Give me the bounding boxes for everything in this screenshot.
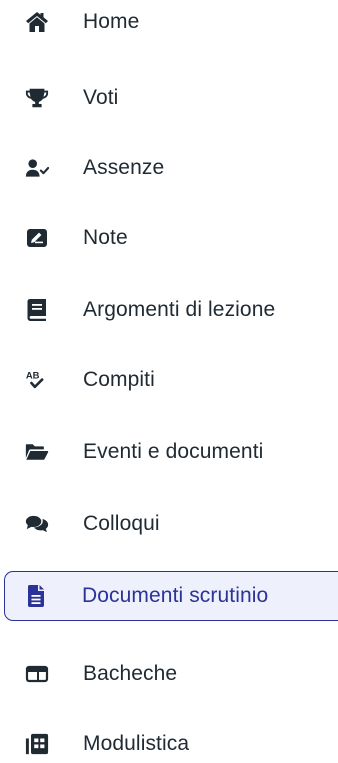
trophy-icon	[25, 86, 49, 110]
forms-icon	[25, 732, 49, 756]
document-icon	[24, 584, 48, 608]
sidebar-item-label: Documenti scrutinio	[82, 584, 269, 607]
sidebar-item-label: Home	[83, 10, 140, 33]
sidebar-item-label: Colloqui	[83, 512, 160, 535]
svg-text:AB: AB	[26, 369, 40, 380]
sidebar-item-modulistica[interactable]: Modulistica	[0, 719, 338, 763]
home-icon	[25, 10, 49, 34]
sidebar-item-label: Bacheche	[83, 662, 178, 685]
board-icon	[25, 662, 49, 686]
sidebar-item-label: Note	[83, 226, 128, 249]
sidebar-item-colloqui[interactable]: Colloqui	[0, 499, 338, 549]
sidebar-item-note[interactable]: Note	[0, 213, 338, 263]
sidebar-nav: Home Voti Assenze Note Argomenti di lezi…	[0, 0, 338, 763]
spellcheck-icon: AB	[25, 368, 49, 392]
sidebar-item-documenti-scrutinio[interactable]: Documenti scrutinio	[4, 571, 338, 621]
folder-open-icon	[25, 440, 49, 464]
sidebar-item-argomenti-di-lezione[interactable]: Argomenti di lezione	[0, 285, 338, 335]
sidebar-item-assenze[interactable]: Assenze	[0, 143, 338, 193]
sidebar-item-voti[interactable]: Voti	[0, 73, 338, 123]
book-icon	[25, 298, 49, 322]
sidebar-item-label: Argomenti di lezione	[83, 298, 276, 321]
sidebar-item-home[interactable]: Home	[0, 0, 338, 47]
sidebar-item-label: Assenze	[83, 156, 165, 179]
note-icon	[25, 226, 49, 250]
sidebar-item-label: Eventi e documenti	[83, 440, 264, 463]
sidebar-item-label: Compiti	[83, 368, 155, 391]
sidebar-item-label: Voti	[83, 86, 119, 109]
sidebar-item-bacheche[interactable]: Bacheche	[0, 649, 338, 699]
user-check-icon	[25, 156, 49, 180]
sidebar-item-compiti[interactable]: AB Compiti	[0, 355, 338, 405]
sidebar-item-label: Modulistica	[83, 732, 190, 755]
comments-icon	[25, 512, 49, 536]
sidebar-item-eventi-e-documenti[interactable]: Eventi e documenti	[0, 427, 338, 477]
